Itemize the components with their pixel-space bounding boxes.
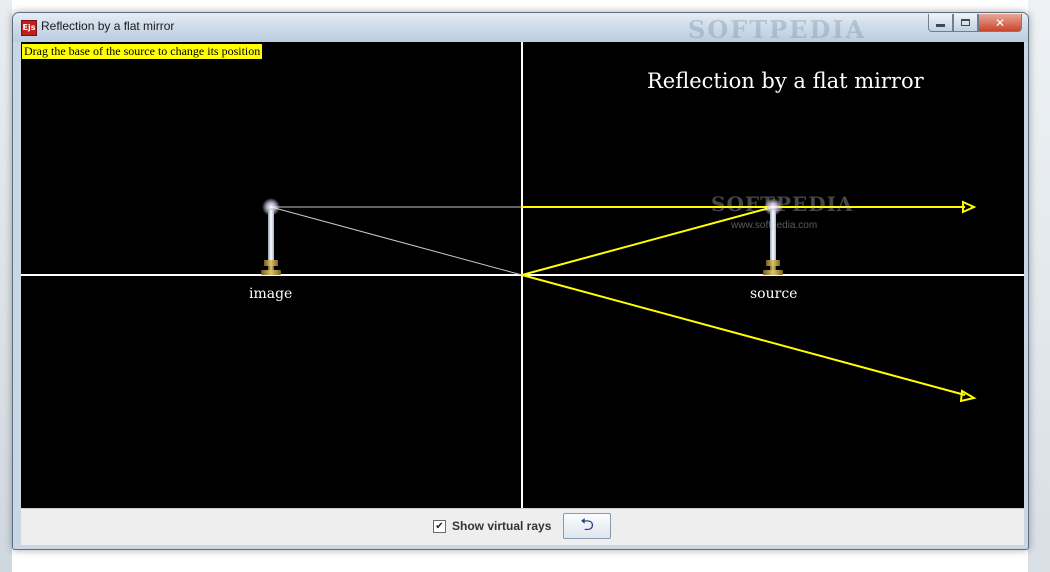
image-label: image [249,286,293,302]
show-virtual-rays-control[interactable]: ✔ Show virtual rays [433,519,551,533]
reflected-ray-lower [521,274,966,396]
control-panel: ✔ Show virtual rays ⮌ [21,508,1024,545]
title-watermark: SOFTPEDIA [688,15,867,44]
source-label: source [750,286,798,302]
reset-button[interactable]: ⮌ [563,513,611,539]
maximize-icon [961,19,970,26]
desktop-background-right [1028,0,1050,572]
maximize-button[interactable] [953,14,978,32]
close-icon: ✕ [994,15,1006,30]
simulation-canvas[interactable]: Drag the base of the source to change it… [21,42,1024,508]
instruction-text: Drag the base of the source to change it… [22,44,263,59]
image-candle-icon [261,198,281,275]
close-button[interactable]: ✕ [978,14,1022,32]
incident-ray-lower [521,206,774,276]
window-title: Reflection by a flat mirror [41,19,175,33]
virtual-ray-diagonal [270,206,523,276]
show-virtual-rays-label[interactable]: Show virtual rays [452,519,551,533]
ejs-app-icon[interactable]: Ejs [21,20,37,36]
softpedia-watermark: SOFTPEDIA [711,192,854,216]
scene-drawing [21,42,1024,508]
simulation-title: Reflection by a flat mirror [647,69,924,93]
minimize-icon [936,24,945,27]
show-virtual-rays-checkbox[interactable]: ✔ [433,519,446,533]
undo-arrow-icon: ⮌ [580,514,594,535]
app-window: Ejs Reflection by a flat mirror SOFTPEDI… [12,12,1029,550]
caption-buttons: ✕ [928,14,1022,33]
title-bar[interactable]: Ejs Reflection by a flat mirror SOFTPEDI… [13,13,1028,44]
ray-arrowhead-lower [959,389,977,403]
softpedia-watermark-url: www.softpedia.com [731,220,818,231]
desktop-background-left [0,0,12,572]
minimize-button[interactable] [928,14,953,32]
